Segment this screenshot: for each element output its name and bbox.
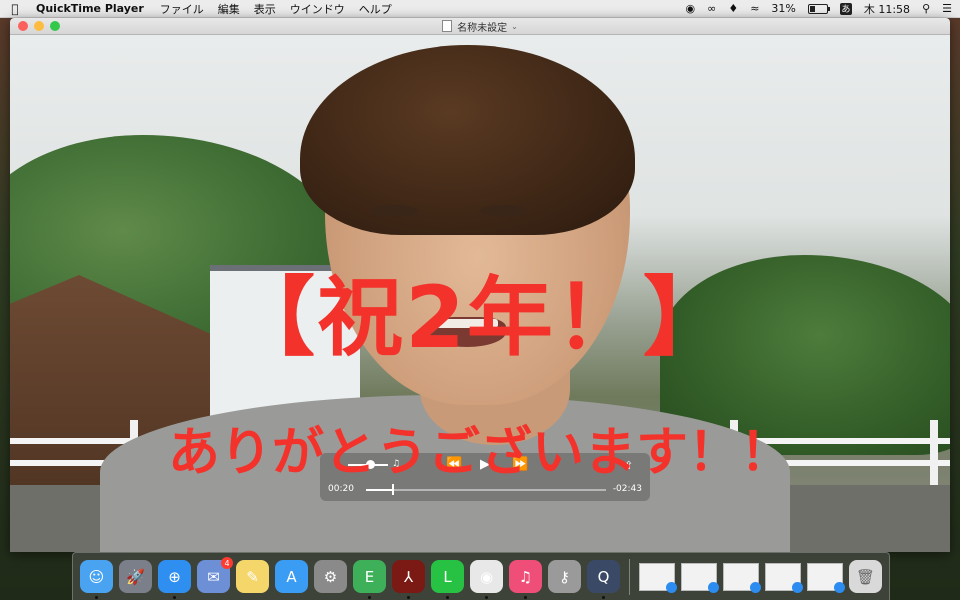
keys-icon[interactable]: ⚷ [548,560,581,593]
clock[interactable]: 木 11:58 [864,1,910,17]
stamp-icon[interactable]: ✉ 4 [197,557,233,593]
running-indicator [524,596,527,599]
acrobat-icon[interactable]: ⅄ [392,560,425,599]
traffic-lights [18,21,60,31]
finder-icon[interactable]: ☺ [80,560,113,599]
running-indicator [485,596,488,599]
compass-icon[interactable]: ⊕ [158,560,191,599]
person-hair [300,45,635,235]
wifi-icon[interactable]: ≈ [750,2,759,15]
rocket-icon[interactable]: 🚀 [119,560,152,593]
quicktime-icon[interactable]: Q [587,560,620,599]
caption-subtitle: ありがとうございます！！ [167,423,792,483]
scrubber-track[interactable] [366,489,606,491]
running-indicator [95,596,98,599]
remaining-time: -02:43 [612,484,642,494]
minimize-button[interactable] [34,21,44,31]
window-thumb-3[interactable] [723,562,761,593]
trash-icon[interactable]: 🗑 [849,560,882,593]
running-indicator [173,596,176,599]
window-title[interactable]: 名称未設定 [457,19,507,34]
notification-badge: 4 [221,557,233,569]
menu-view[interactable]: 表示 [254,1,276,17]
person-eye-right [480,205,528,217]
window-thumb-5[interactable] [807,562,845,593]
window-thumb-2[interactable] [681,562,719,593]
fullscreen-button[interactable] [50,21,60,31]
notes-icon[interactable]: ✎ [236,560,269,593]
elapsed-time: 00:20 [328,484,354,494]
playhead[interactable] [392,484,395,495]
close-button[interactable] [18,21,28,31]
input-method-icon[interactable]: あ [839,2,852,15]
safari-badge-icon [792,581,803,593]
menu-bar:  QuickTime Player ファイル 編集 表示 ウインドウ ヘルプ … [0,0,960,18]
elephant-icon[interactable]: E [353,560,386,599]
app-menu[interactable]: QuickTime Player [36,2,144,15]
running-indicator [368,596,371,599]
battery-percent[interactable]: 31% [771,2,795,15]
evernote-status-icon[interactable]: ♦ [728,2,738,15]
caption-title: 【祝2年！】 [229,268,731,368]
menu-file[interactable]: ファイル [160,1,204,17]
quicktime-window: 名称未設定 ⌄ ♪ ♫ ⏪ ▶ ⏩ ⇧ 00:20 -02:43 【祝2年！】 … [10,18,950,552]
safari-badge-icon [750,581,761,593]
video-frame[interactable]: ♪ ♫ ⏪ ▶ ⏩ ⇧ 00:20 -02:43 【祝2年！】 ありがとうござい… [10,35,950,552]
safari-badge-icon [708,581,719,593]
chevron-down-icon[interactable]: ⌄ [511,22,518,31]
gear-icon[interactable]: ⚙ [314,560,347,593]
dock-separator [629,558,630,595]
running-indicator [446,596,449,599]
title-bar[interactable]: 名称未設定 ⌄ [10,18,950,35]
notification-center-icon[interactable]: ☰ [942,2,952,15]
appstore-icon[interactable]: A [275,560,308,593]
menu-window[interactable]: ウインドウ [290,1,345,17]
apple-icon[interactable]:  [8,2,22,16]
window-thumb-1[interactable] [639,562,677,593]
menu-help[interactable]: ヘルプ [359,1,392,17]
music-icon[interactable]: ♫ [509,560,542,599]
person-eye-left [370,205,418,217]
line-status-icon[interactable]: ◉ [686,2,696,15]
spotlight-icon[interactable]: ⚲ [922,2,930,15]
menu-edit[interactable]: 編集 [218,1,240,17]
line-icon[interactable]: L [431,560,464,599]
running-indicator [602,596,605,599]
window-thumb-4[interactable] [765,562,803,593]
safari-badge-icon [834,581,845,593]
battery-icon[interactable] [807,3,830,14]
status-area: ◉ ∞ ♦ ≈ 31% あ 木 11:58 ⚲ ☰ [686,1,952,17]
safari-badge-icon [666,581,677,593]
dock: ☺ 🚀 ⊕ ✉ 4 ✎ A ⚙ E ⅄ L ◉ ♫ ⚷ Q 🗑 [72,552,890,600]
creative-cloud-icon[interactable]: ∞ [707,2,716,15]
chrome-icon[interactable]: ◉ [470,560,503,599]
document-icon [442,20,453,32]
running-indicator [407,596,410,599]
